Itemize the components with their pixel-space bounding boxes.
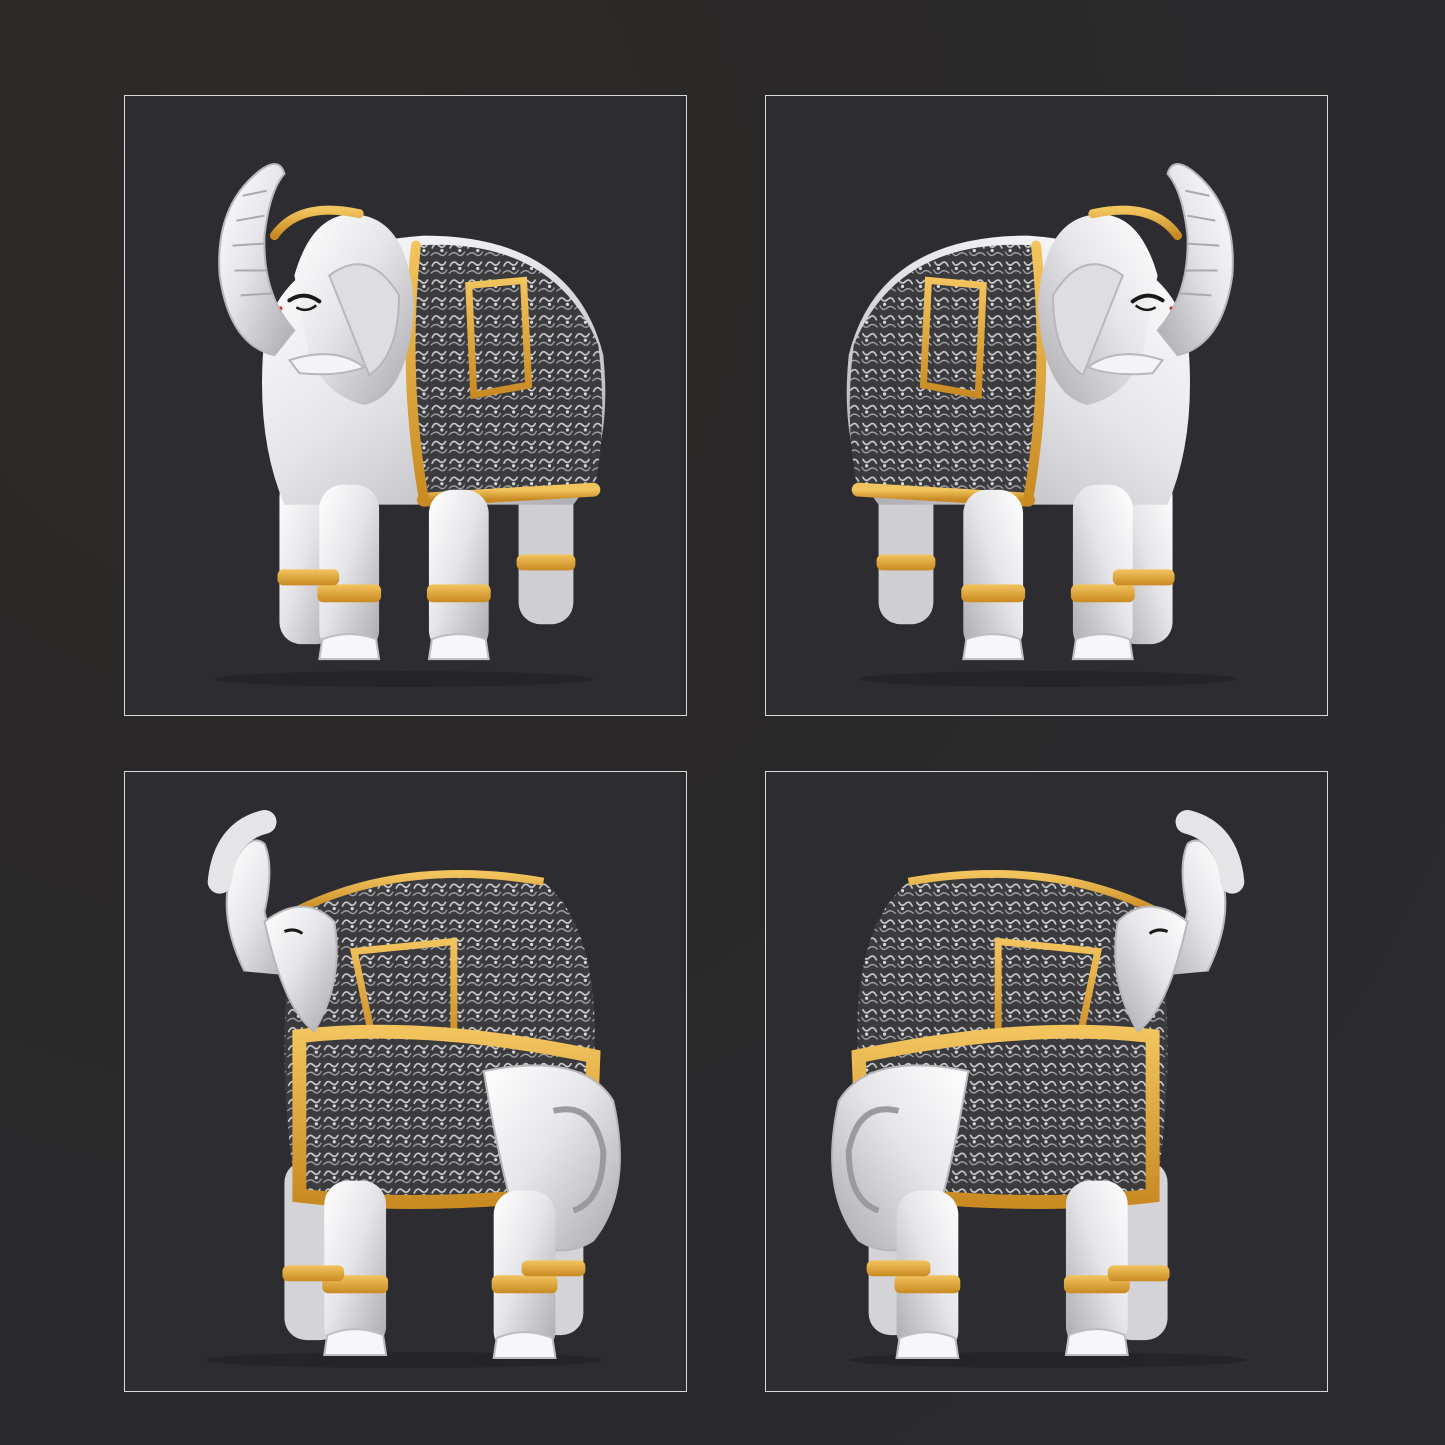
elephant-figurine-front-right xyxy=(766,96,1327,715)
elephant-figurine-rear-right xyxy=(766,772,1327,1391)
product-photo-front-left xyxy=(124,95,687,716)
product-photo-front-right xyxy=(765,95,1328,716)
product-photo-rear-right xyxy=(765,771,1328,1392)
elephant-figurine-rear-left xyxy=(125,772,686,1391)
elephant-figurine-front-left xyxy=(125,96,686,715)
product-photo-rear-left xyxy=(124,771,687,1392)
